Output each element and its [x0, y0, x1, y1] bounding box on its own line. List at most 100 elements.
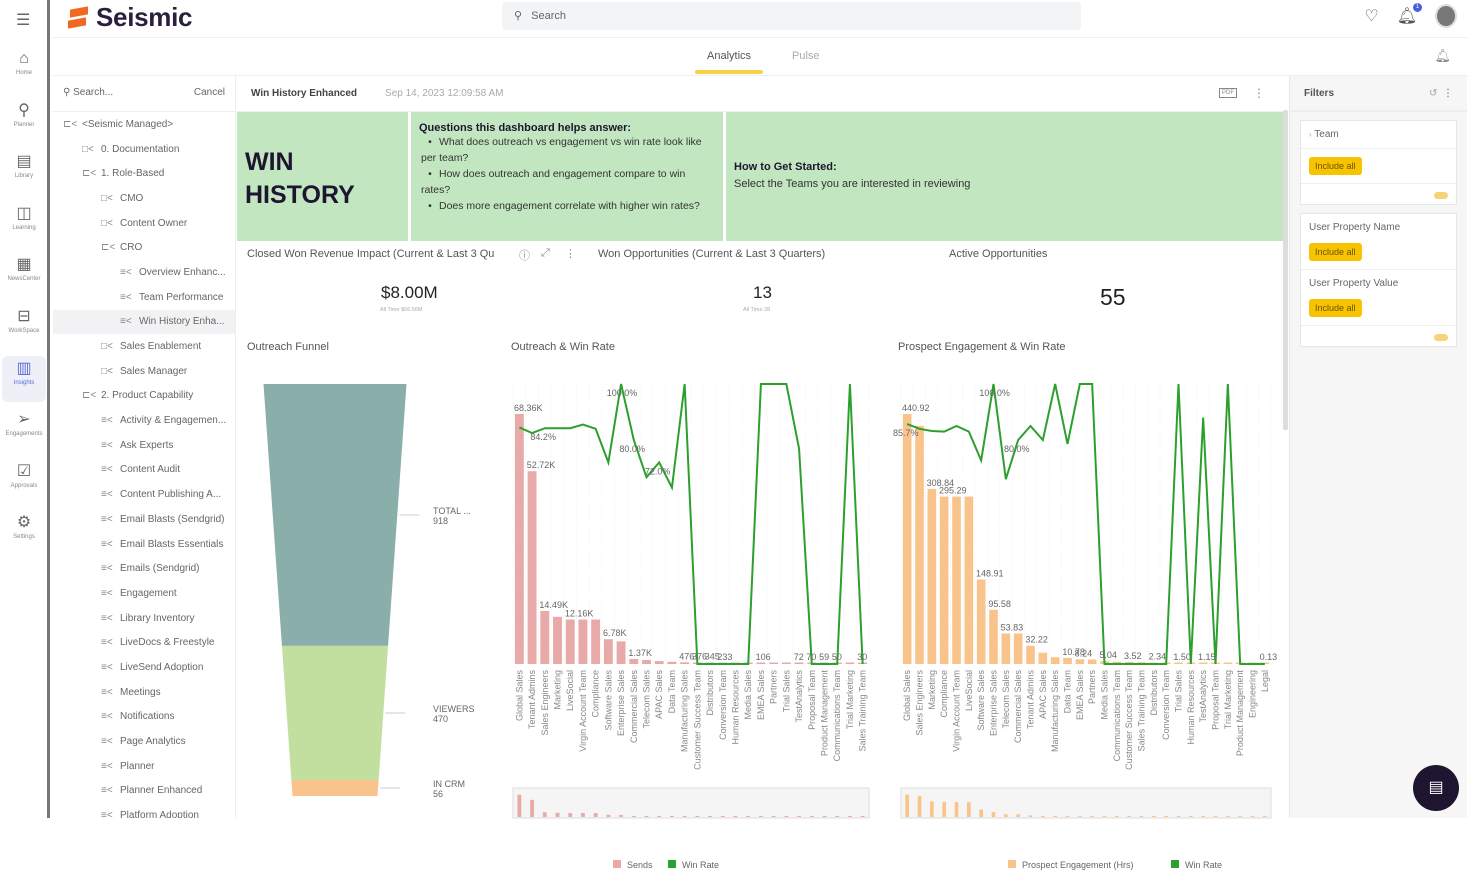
rail-item-insights[interactable]: ▥ Insights [2, 355, 46, 402]
brand-name: Seismic [96, 2, 193, 32]
filter-value-property-name[interactable]: Include all [1309, 243, 1362, 261]
questions-heading: Questions this dashboard helps answer: [419, 122, 632, 134]
tree-item[interactable]: ≡< Notifications [53, 705, 235, 730]
tile-menu-icon[interactable]: ⋮ [565, 247, 576, 260]
navigator-bar [1225, 816, 1230, 817]
reset-filters-icon[interactable]: ↺ [1429, 88, 1437, 99]
tree-item[interactable]: ≡< Ask Experts [53, 433, 235, 458]
tree-item[interactable]: ≡< Activity & Engagemen... [53, 408, 235, 433]
global-search-input[interactable]: ⚲ Search [502, 2, 1081, 30]
rail-item-approvals[interactable]: ☑ Approvals [2, 459, 46, 505]
filter-toggle[interactable] [1434, 334, 1448, 341]
rail-item-planner[interactable]: ⚲ Planner [2, 98, 46, 144]
tab-analytics[interactable]: Analytics [694, 50, 764, 74]
tree-item[interactable]: ≡< Overview Enhanc... [53, 260, 235, 285]
hamburger-menu-icon[interactable]: ☰ [16, 10, 30, 30]
workspace-icon: ⊟ [17, 308, 31, 325]
tree-item[interactable]: ≡< Content Audit [53, 458, 235, 483]
bar [1050, 657, 1060, 664]
tree-item[interactable]: ⊏< CRO [53, 235, 235, 260]
main-scrollbar[interactable] [1283, 110, 1288, 430]
tree-item[interactable]: ⊏< <Seismic Managed> [53, 112, 235, 137]
filter-label-team[interactable]: Team [1314, 129, 1338, 140]
tree-item[interactable]: ⊏< 2. Product Capability [53, 384, 235, 409]
navigator-bar [917, 795, 922, 817]
tree-item-label: LiveSend Adoption [120, 661, 204, 673]
tree-item[interactable]: ≡< Platform Adoption [53, 803, 235, 818]
tree-item[interactable]: ≡< Content Publishing A... [53, 482, 235, 507]
tree-item[interactable]: ≡< Library Inventory [53, 606, 235, 631]
subscribe-bell-icon[interactable]: 🔔︎ [1434, 48, 1451, 64]
x-axis-label: Trial Sales [781, 670, 791, 713]
rail-item-workspace[interactable]: ⊟ WorkSpace [2, 304, 46, 350]
more-options-icon[interactable]: ⋮ [1253, 86, 1265, 100]
win-rate-data-label: 72.0% [645, 466, 671, 476]
tree-item[interactable]: □< Sales Manager [53, 359, 235, 384]
pdf-export-icon[interactable]: PDF [1219, 88, 1237, 98]
tree-search[interactable]: ⚲ Search... Cancel [53, 76, 235, 112]
bar [915, 425, 924, 664]
folder-open-icon: ⊏< [63, 118, 78, 130]
tree-item[interactable]: ≡< LiveDocs & Freestyle [53, 630, 235, 655]
cancel-button[interactable]: Cancel [194, 87, 225, 100]
folder-icon: □< [82, 143, 94, 155]
tree-item[interactable]: ≡< Planner [53, 754, 235, 779]
legend-swatch-win-rate [668, 860, 676, 868]
bar-data-label: 5.04 [1099, 650, 1117, 660]
x-axis-label: Customer Success Team [1124, 670, 1134, 770]
notifications-bell-icon[interactable]: 🔔︎ 1 [1397, 3, 1422, 26]
tree-item[interactable]: ≡< Email Blasts Essentials [53, 532, 235, 557]
rail-item-newscenter[interactable]: ▦ NewsCenter [2, 252, 46, 298]
tree-item[interactable]: ≡< Team Performance [53, 285, 235, 310]
tree-item[interactable]: ⊏< 1. Role-Based [53, 161, 235, 186]
chat-button[interactable]: ▤ [1413, 765, 1459, 811]
tree-item[interactable]: ≡< Email Blasts (Sendgrid) [53, 507, 235, 532]
tree-item[interactable]: ≡< Planner Enhanced [53, 779, 235, 804]
tree-item[interactable]: ≡< Page Analytics [53, 729, 235, 754]
rail-item-label: Learning [12, 224, 36, 231]
favorites-heart-icon[interactable]: ♡ [1364, 6, 1378, 26]
tree-item[interactable]: □< Content Owner [53, 211, 235, 236]
tree-item[interactable]: ≡< LiveSend Adoption [53, 655, 235, 680]
seismic-logo[interactable]: Seismic [68, 2, 192, 33]
bar-data-label: 59 [819, 652, 829, 662]
filter-value-property-value[interactable]: Include all [1309, 299, 1362, 317]
rail-item-learning[interactable]: ◫ Learning [2, 201, 46, 247]
tab-pulse[interactable]: Pulse [792, 50, 820, 62]
tree-item[interactable]: □< 0. Documentation [53, 137, 235, 162]
engagements-icon: ➢ [17, 411, 31, 429]
home-icon: ⌂ [19, 50, 29, 67]
tree-item[interactable]: ≡< Emails (Sendgrid) [53, 556, 235, 581]
bar-data-label: 0.13 [1260, 652, 1278, 662]
engagement-chart-title: Prospect Engagement & Win Rate [898, 341, 1066, 353]
x-axis-label: EMEA Sales [756, 670, 766, 721]
kpi-value-active-opps: 55 [1100, 284, 1126, 310]
filters-menu-icon[interactable]: ⋮ [1443, 88, 1453, 99]
filter-toggle[interactable] [1434, 192, 1448, 199]
tree-item[interactable]: □< CMO [53, 186, 235, 211]
user-avatar[interactable] [1435, 4, 1457, 28]
x-axis-label: TestAnalytics [794, 670, 804, 723]
bar [756, 662, 766, 664]
tree-item[interactable]: ≡< Engagement [53, 581, 235, 606]
tree-item[interactable]: □< Sales Enablement [53, 334, 235, 359]
chevron-right-icon[interactable]: › [1309, 130, 1312, 139]
x-axis-label: APAC Sales [654, 670, 664, 719]
info-icon[interactable]: ⓘ [519, 247, 530, 263]
tree-item[interactable]: ≡< Win History Enha... [53, 309, 235, 335]
filter-value-team[interactable]: Include all [1309, 157, 1362, 175]
dashboard-icon: ≡< [101, 612, 113, 624]
expand-icon[interactable]: ⤢ [541, 247, 550, 260]
navigator-bar [1053, 816, 1058, 817]
tree-item[interactable]: ≡< Meetings [53, 680, 235, 705]
rail-item-library[interactable]: ▤ Library [2, 149, 46, 195]
banner-title-tile: WIN HISTORY [237, 112, 408, 241]
approvals-icon: ☑ [16, 462, 32, 480]
rail-item-settings[interactable]: ⚙ Settings [2, 510, 46, 556]
dashboard-tree: ⚲ Search... Cancel ⊏< <Seismic Managed> □<… [53, 76, 236, 818]
rail-item-home[interactable]: ⌂ Home [2, 46, 46, 92]
tree-search-input[interactable]: Search... [73, 87, 113, 98]
rail-item-engagements[interactable]: ➢ Engagements [2, 407, 46, 453]
tree-item-label: Overview Enhanc... [139, 266, 226, 278]
outreach-funnel-chart: TOTAL ...918 VIEWERS470 IN CRM56 [263, 384, 475, 799]
